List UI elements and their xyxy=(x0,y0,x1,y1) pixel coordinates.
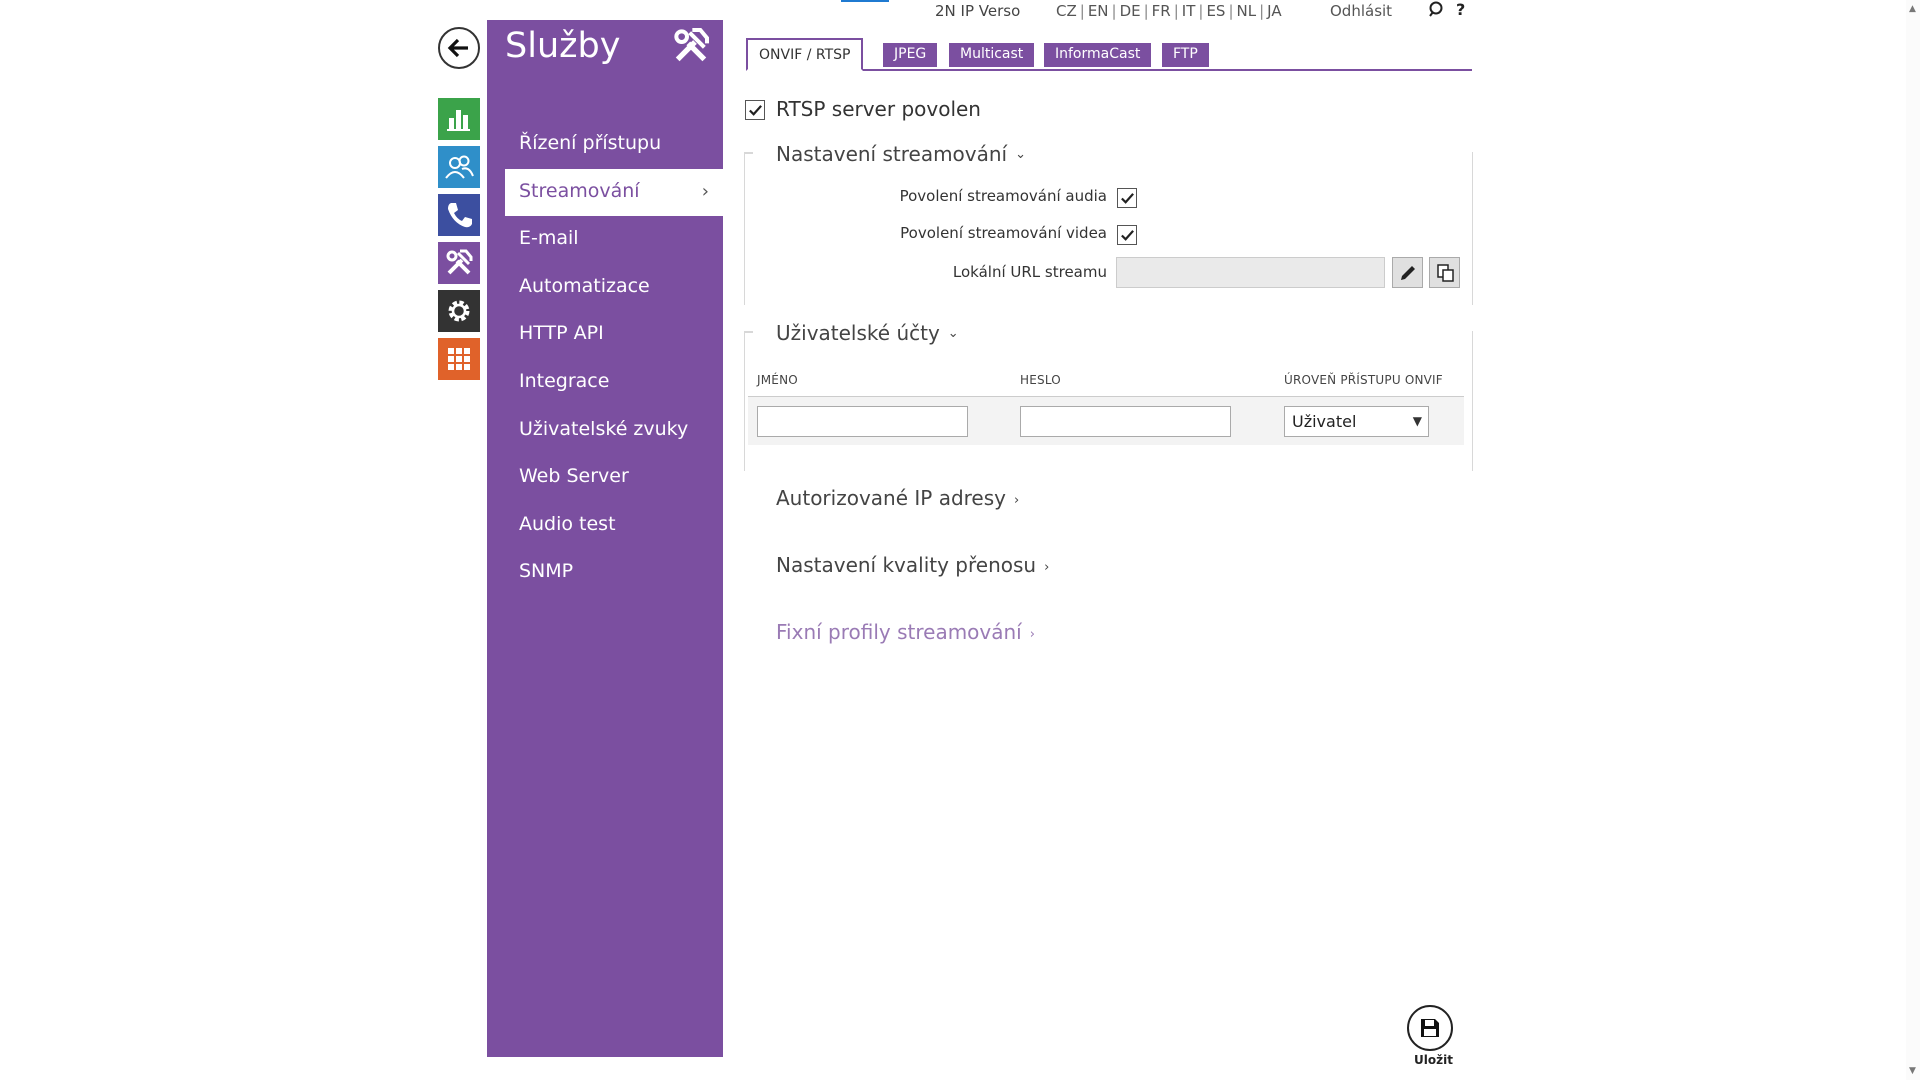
rail-services[interactable] xyxy=(438,242,480,284)
stream-url-label: Lokální URL streamu xyxy=(952,263,1107,281)
sidebar-item-access-control[interactable]: Řízení přístupu xyxy=(505,121,723,169)
section-title: Fixní profily streamování xyxy=(776,620,1022,644)
chevron-down-icon: ▼ xyxy=(1412,414,1422,428)
search-icon[interactable] xyxy=(1428,0,1446,20)
save-button[interactable] xyxy=(1407,1005,1453,1051)
checkmark-icon xyxy=(1120,192,1134,204)
save-label: Uložit xyxy=(1414,1053,1453,1067)
password-field[interactable] xyxy=(1020,406,1231,437)
rail-hardware[interactable] xyxy=(438,194,480,236)
sidebar-item-integration[interactable]: Integrace xyxy=(505,359,723,407)
sidebar-nav: Řízení přístupu Streamování › E-mail Auto… xyxy=(505,121,723,597)
lang-it[interactable]: IT xyxy=(1182,2,1196,20)
copy-url-button[interactable] xyxy=(1429,257,1460,288)
rail-system[interactable] xyxy=(438,290,480,332)
copy-icon xyxy=(1436,263,1454,282)
sidebar-item-http-api[interactable]: HTTP API xyxy=(505,311,723,359)
video-streaming-checkbox[interactable] xyxy=(1117,225,1137,245)
services-sidebar: Služby Řízení přístupu Streamování › E-ma… xyxy=(487,20,723,1057)
lang-en[interactable]: EN xyxy=(1088,2,1109,20)
sidebar-item-web-server[interactable]: Web Server xyxy=(505,454,723,502)
section-title: Uživatelské účty xyxy=(776,321,940,345)
lang-nl[interactable]: NL xyxy=(1237,2,1257,20)
sidebar-item-audio-test[interactable]: Audio test xyxy=(505,502,723,550)
tab-onvif-rtsp[interactable]: ONVIF / RTSP xyxy=(746,38,864,71)
checkmark-icon xyxy=(748,104,762,116)
rail-maintenance[interactable] xyxy=(438,338,480,380)
edit-url-button[interactable] xyxy=(1392,257,1423,288)
lang-es[interactable]: ES xyxy=(1206,2,1225,20)
tab-multicast[interactable]: Multicast xyxy=(949,43,1035,67)
rtsp-enabled-label: RTSP server povolen xyxy=(776,97,981,121)
chevron-down-icon: ⌄ xyxy=(947,326,959,341)
users-icon xyxy=(445,155,474,179)
sidebar-item-streaming[interactable]: Streamování › xyxy=(505,168,723,217)
arrow-left-icon xyxy=(447,38,468,58)
chevron-right-icon: › xyxy=(1044,560,1050,575)
video-streaming-label: Povolení streamování videa xyxy=(900,224,1107,242)
chevron-right-icon: › xyxy=(701,180,709,202)
sidebar-item-automation[interactable]: Automatizace xyxy=(505,264,723,312)
sidebar-item-label: Streamování xyxy=(519,179,640,202)
scroll-up-icon[interactable]: ▲ xyxy=(1909,4,1916,14)
pencil-icon xyxy=(1400,265,1415,280)
fixed-profiles-header[interactable]: Fixní profily streamování › xyxy=(776,620,1035,644)
column-header-password: HESLO xyxy=(1020,373,1061,387)
tab-bar: ONVIF / RTSP JPEG Multicast InformaCast … xyxy=(746,38,1472,71)
device-name: 2N IP Verso xyxy=(935,2,1021,20)
phone-icon xyxy=(448,203,472,228)
transfer-quality-header[interactable]: Nastavení kvality přenosu › xyxy=(776,553,1049,577)
sidebar-item-email[interactable]: E-mail xyxy=(505,216,723,264)
audio-streaming-checkbox[interactable] xyxy=(1117,188,1137,208)
lang-fr[interactable]: FR xyxy=(1152,2,1171,20)
onvif-level-select[interactable]: Uživatel ▼ xyxy=(1284,406,1429,437)
chevron-right-icon: › xyxy=(1014,493,1020,508)
logout-link[interactable]: Odhlásit xyxy=(1330,2,1392,20)
lang-cz[interactable]: CZ xyxy=(1056,2,1077,20)
language-switcher: CZ | EN | DE | FR | IT | ES | NL | JA xyxy=(1056,2,1282,20)
section-title: Nastavení kvality přenosu xyxy=(776,553,1037,577)
username-field[interactable] xyxy=(757,406,968,437)
grid-icon xyxy=(448,348,470,370)
column-header-name: JMÉNO xyxy=(757,373,798,387)
rtsp-enabled-checkbox[interactable] xyxy=(745,100,765,120)
user-accounts-header[interactable]: Uživatelské účty ⌄ xyxy=(776,321,959,345)
checkmark-icon xyxy=(1120,229,1134,241)
lang-ja[interactable]: JA xyxy=(1267,2,1281,20)
tab-informacast[interactable]: InformaCast xyxy=(1044,43,1152,67)
help-button[interactable]: ? xyxy=(1456,0,1465,19)
lang-de[interactable]: DE xyxy=(1120,2,1141,20)
onvif-level-value: Uživatel xyxy=(1292,412,1357,431)
streaming-settings-header[interactable]: Nastavení streamování ⌄ xyxy=(776,142,1026,166)
rail-directory[interactable] xyxy=(438,146,480,188)
rail-status[interactable] xyxy=(438,98,480,140)
section-title: Nastavení streamování xyxy=(776,142,1008,166)
stream-url-field[interactable] xyxy=(1116,257,1385,288)
chevron-right-icon: › xyxy=(1029,627,1035,642)
authorized-ip-header[interactable]: Autorizované IP adresy › xyxy=(776,486,1019,510)
chevron-down-icon: ⌄ xyxy=(1015,147,1027,162)
tab-jpeg[interactable]: JPEG xyxy=(883,43,938,67)
audio-streaming-label: Povolení streamování audia xyxy=(899,187,1107,205)
sidebar-item-snmp[interactable]: SNMP xyxy=(505,549,723,597)
column-header-onvif-level: ÚROVEŇ PŘÍSTUPU ONVIF xyxy=(1284,373,1443,387)
section-title: Autorizované IP adresy xyxy=(776,486,1006,510)
floppy-disk-icon xyxy=(1421,1019,1439,1037)
tools-icon xyxy=(674,28,709,62)
tools-icon xyxy=(446,249,473,275)
scroll-down-icon[interactable]: ▼ xyxy=(1909,1066,1916,1076)
sidebar-title: Služby xyxy=(505,26,621,66)
sidebar-item-user-sounds[interactable]: Uživatelské zvuky xyxy=(505,407,723,455)
tab-ftp[interactable]: FTP xyxy=(1162,43,1209,67)
top-bar: 2N IP Verso CZ | EN | DE | FR | IT | ES | NL | JA Odhl… xyxy=(0,0,1920,24)
chart-icon xyxy=(447,110,470,131)
top-accent-line xyxy=(841,0,889,2)
gear-icon xyxy=(448,300,470,322)
back-button[interactable] xyxy=(438,27,480,69)
page-scrollbar[interactable]: ▲ ▼ xyxy=(1906,0,1920,1080)
